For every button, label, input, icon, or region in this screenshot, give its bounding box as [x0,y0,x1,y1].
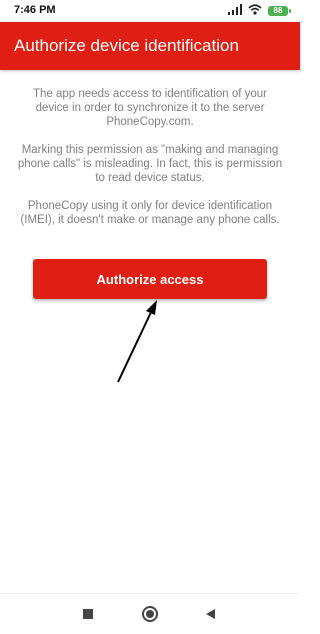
wifi-icon [248,2,262,20]
app-bar: Authorize device identification [0,22,300,70]
status-icons: 88 [228,2,291,20]
status-time: 7:46 PM [14,4,56,16]
status-bar: 7:46 PM 88 [0,0,300,22]
recents-square-icon[interactable] [76,602,100,626]
navigation-bar [0,593,300,634]
explanation-paragraph-2: Marking this permission as "making and m… [17,144,283,184]
home-circle-icon[interactable] [138,602,162,626]
battery-icon: 88 [268,6,291,16]
authorize-access-button[interactable]: Authorize access [33,259,267,299]
page-title: Authorize device identification [14,36,239,55]
signal-icon [228,2,242,20]
permission-explanation: The app needs access to identification o… [16,87,284,241]
explanation-paragraph-1: The app needs access to identification o… [33,88,267,128]
explanation-paragraph-3: PhoneCopy using it only for device ident… [20,200,280,226]
back-triangle-icon[interactable] [198,602,222,626]
